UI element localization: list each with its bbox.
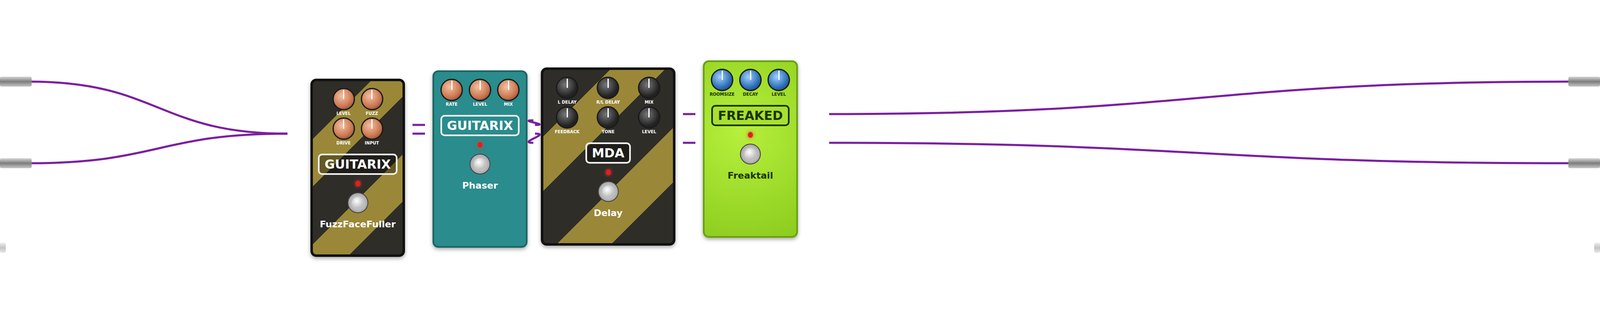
knob-label: LEVEL <box>642 129 657 135</box>
cable[interactable] <box>412 124 425 127</box>
knob[interactable] <box>555 106 579 129</box>
knob[interactable] <box>332 117 355 140</box>
led-icon <box>747 132 753 138</box>
knob[interactable] <box>332 87 355 111</box>
knob[interactable] <box>596 76 620 100</box>
knob-control[interactable]: LEVEL <box>331 87 357 116</box>
cable[interactable] <box>528 120 540 125</box>
cable[interactable] <box>29 133 288 164</box>
knob-control[interactable]: MIX <box>630 76 668 105</box>
knob-control[interactable]: INPUT <box>359 117 385 146</box>
footswitch[interactable] <box>347 192 369 214</box>
knob-control[interactable]: LEVEL <box>766 68 792 97</box>
knob-label: L DELAY <box>557 100 577 105</box>
knob-control[interactable]: RATE <box>439 78 465 107</box>
knob-label: MIX <box>503 102 513 107</box>
output-jack[interactable] <box>1568 76 1600 87</box>
knob-label: RATE <box>445 102 458 107</box>
knob-group: L DELAY R/L DELAY MIX FEEDBACK TONE LEVE… <box>548 76 668 135</box>
footswitch[interactable] <box>597 181 619 203</box>
knob[interactable] <box>360 87 384 111</box>
led-icon <box>477 142 483 148</box>
knob-control[interactable]: MIX <box>495 78 521 107</box>
cable[interactable] <box>682 142 696 145</box>
knob-group: ROOMSIZE DECAY LEVEL <box>709 68 792 97</box>
pedalboard: LEVEL FUZZ DRIVE INPUT GUITARIX FuzzFace… <box>0 0 1600 331</box>
pedal-name: Phaser <box>462 180 498 191</box>
pedal[interactable]: L DELAY R/L DELAY MIX FEEDBACK TONE LEVE… <box>540 67 676 246</box>
knob-control[interactable]: LEVEL <box>630 106 668 135</box>
pedal[interactable]: LEVEL FUZZ DRIVE INPUT GUITARIX FuzzFace… <box>310 78 405 258</box>
knob[interactable] <box>360 117 384 140</box>
footswitch[interactable] <box>740 143 761 165</box>
cable[interactable] <box>528 133 540 143</box>
knob[interactable] <box>637 106 661 129</box>
knob-label: FEEDBACK <box>555 129 580 135</box>
knob-label: LEVEL <box>771 92 786 97</box>
input-jack[interactable] <box>0 242 6 253</box>
cable[interactable] <box>682 113 696 116</box>
knob-control[interactable]: R/L DELAY <box>589 76 627 105</box>
knob-control[interactable]: DECAY <box>737 68 763 97</box>
led-icon <box>355 180 361 187</box>
brand-logo: GUITARIX <box>440 115 520 137</box>
brand-logo: MDA <box>585 142 632 164</box>
brand-logo: GUITARIX <box>317 153 398 175</box>
knob-group: LEVEL FUZZ DRIVE INPUT <box>317 87 398 146</box>
knob-control[interactable]: FEEDBACK <box>548 106 586 135</box>
cable[interactable] <box>29 81 288 134</box>
knob-label: FUZZ <box>365 111 378 116</box>
cables <box>0 0 1600 331</box>
knob[interactable] <box>767 68 790 92</box>
led-icon <box>605 169 611 176</box>
brand-logo: FREAKED <box>711 105 790 127</box>
cable[interactable] <box>412 132 425 135</box>
knob-control[interactable]: FUZZ <box>359 87 385 116</box>
knob-control[interactable]: LEVEL <box>467 78 493 107</box>
cable[interactable] <box>829 142 1571 164</box>
cable[interactable] <box>829 81 1571 115</box>
input-jack[interactable] <box>0 158 32 169</box>
pedal-name: FuzzFaceFuller <box>319 219 396 230</box>
knob-label: ROOMSIZE <box>709 92 735 97</box>
knob[interactable] <box>468 78 492 102</box>
pedal-name: Delay <box>593 207 623 219</box>
knob-control[interactable]: DRIVE <box>331 117 357 146</box>
knob-label: LEVEL <box>336 111 351 116</box>
knob-label: R/L DELAY <box>596 100 620 105</box>
knob-label: INPUT <box>364 140 379 146</box>
knob[interactable] <box>710 68 734 92</box>
knob-control[interactable]: TONE <box>589 106 627 135</box>
pedal[interactable]: ROOMSIZE DECAY LEVEL FREAKED Freaktail <box>702 60 798 238</box>
knob-control[interactable]: ROOMSIZE <box>709 68 735 97</box>
knob[interactable] <box>440 78 463 102</box>
knob-label: TONE <box>601 129 615 135</box>
output-jack[interactable] <box>1594 242 1600 253</box>
footswitch[interactable] <box>469 153 491 175</box>
knob[interactable] <box>497 78 520 102</box>
pedal-name: Freaktail <box>727 170 773 181</box>
knob[interactable] <box>637 76 661 100</box>
output-jack[interactable] <box>1568 158 1600 169</box>
knob-control[interactable]: L DELAY <box>548 76 586 105</box>
knob[interactable] <box>739 68 762 92</box>
knob-label: LEVEL <box>472 102 488 107</box>
input-jack[interactable] <box>0 76 32 87</box>
knob[interactable] <box>555 76 579 100</box>
knob-label: MIX <box>644 100 654 105</box>
pedal[interactable]: RATE LEVEL MIX GUITARIX Phaser <box>432 70 528 248</box>
knob[interactable] <box>596 106 620 129</box>
knob-label: DRIVE <box>336 140 351 146</box>
knob-label: DECAY <box>742 92 759 97</box>
knob-group: RATE LEVEL MIX <box>439 78 521 107</box>
